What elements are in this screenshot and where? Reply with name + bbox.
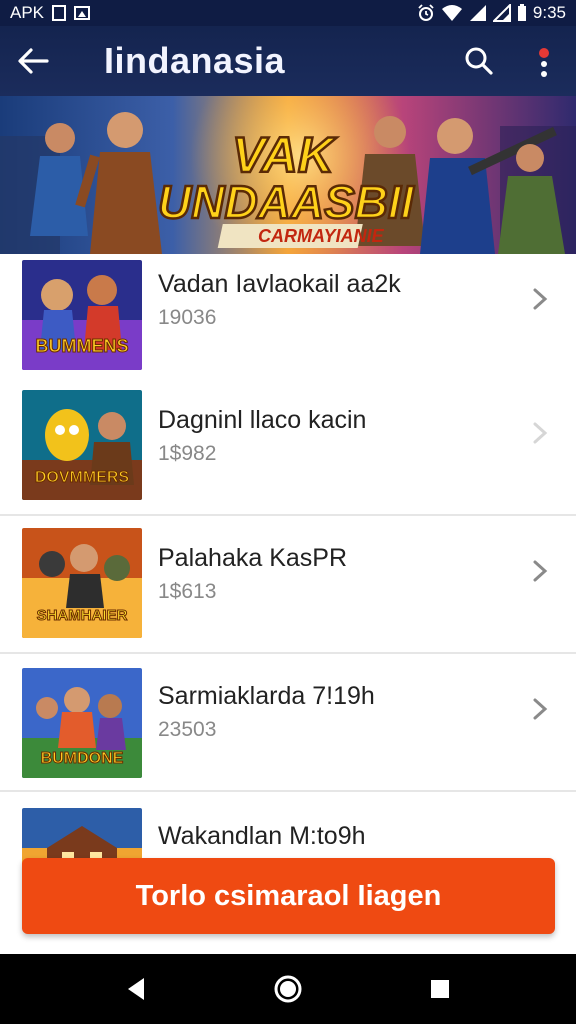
item-thumbnail: BUMDONE [22, 668, 142, 778]
chevron-right-icon [533, 560, 548, 582]
thumbnail-art: SHAMHAIER [22, 528, 142, 638]
item-title: Dagninl llaco kacin [158, 406, 367, 434]
arrow-left-icon [18, 48, 49, 74]
item-thumbnail: DOVMMERS [22, 390, 142, 500]
nav-back-button[interactable] [106, 959, 166, 1019]
thumbnail-caption: DOVMMERS [35, 469, 130, 486]
page-title: Iindanasia [104, 40, 286, 81]
item-subtitle: 1$982 [158, 442, 217, 465]
hero-banner[interactable]: VAK UNDAASBII CARMAYIANIE [0, 96, 576, 254]
image-notification-icon [74, 6, 91, 20]
thumbnail-art: BUMMENS [22, 260, 142, 370]
nav-recents-button[interactable] [410, 959, 470, 1019]
item-thumbnail: BUMMENS [22, 260, 142, 370]
item-title: Wakandlan M:to9h [158, 822, 366, 850]
banner-tagline: CARMAYIANIE [258, 226, 385, 246]
banner-headline-2: UNDAASBII [158, 176, 415, 228]
primary-action-button[interactable]: Torlo csimaraol Iiagen [22, 858, 555, 934]
signal-icon [469, 5, 486, 21]
item-title: Vadan Iavlaokail aa2k [158, 270, 401, 298]
thumbnail-art: BUMDONE [22, 668, 142, 778]
status-left: APK [10, 3, 91, 23]
system-nav-bar [0, 954, 576, 1024]
triangle-back-icon [128, 978, 144, 1000]
game-list: BUMMENS Vadan Iavlaokail aa2k 19036 DOVM… [0, 254, 576, 954]
item-title: Sarmiaklarda 7!19h [158, 682, 375, 710]
status-app-label: APK [10, 3, 45, 22]
more-vertical-icon [539, 48, 549, 77]
thumbnail-caption: BUMMENS [36, 336, 129, 356]
square-recents-icon [431, 980, 449, 998]
list-item[interactable]: BUMDONE Sarmiaklarda 7!19h 23503 [0, 654, 576, 792]
item-subtitle: 1$613 [158, 580, 217, 603]
item-title: Palahaka KasPR [158, 544, 348, 572]
wifi-icon [441, 5, 462, 21]
chevron-right-icon [533, 288, 548, 310]
status-bar: APK 9:35 [0, 0, 576, 26]
more-options-button[interactable] [522, 38, 566, 84]
alarm-icon [418, 4, 434, 21]
banner-artwork: VAK UNDAASBII CARMAYIANIE [0, 96, 576, 254]
list-item[interactable]: BUMMENS Vadan Iavlaokail aa2k 19036 [0, 254, 576, 392]
battery-icon [517, 4, 526, 21]
list-item[interactable]: SHAMHAIER Palahaka KasPR 1$613 [0, 516, 576, 654]
item-thumbnail: SHAMHAIER [22, 528, 142, 638]
item-subtitle: 19036 [158, 306, 217, 329]
nav-home-button[interactable] [258, 959, 318, 1019]
app-screen: APK 9:35 Iindanasia VAK UNDAASBII CARMAY… [0, 0, 576, 1024]
search-icon [465, 47, 493, 75]
app-bar: Iindanasia [0, 26, 576, 96]
chevron-right-icon [533, 422, 548, 444]
chevron-right-icon [533, 698, 548, 720]
notification-box-icon [52, 5, 67, 21]
back-button[interactable] [0, 26, 66, 96]
list-item[interactable]: DOVMMERS Dagninl llaco kacin 1$982 [0, 378, 576, 516]
item-subtitle: 23503 [158, 718, 217, 741]
thumbnail-caption: BUMDONE [41, 750, 124, 767]
search-button[interactable] [456, 38, 502, 84]
thumbnail-art: DOVMMERS [22, 390, 142, 500]
status-time: 9:35 [532, 3, 566, 22]
banner-headline-1: VAK [232, 127, 338, 183]
signal-2-icon [492, 4, 511, 22]
thumbnail-caption: SHAMHAIER [37, 607, 128, 624]
circle-home-icon [274, 975, 302, 1003]
status-right: 9:35 [417, 3, 566, 23]
